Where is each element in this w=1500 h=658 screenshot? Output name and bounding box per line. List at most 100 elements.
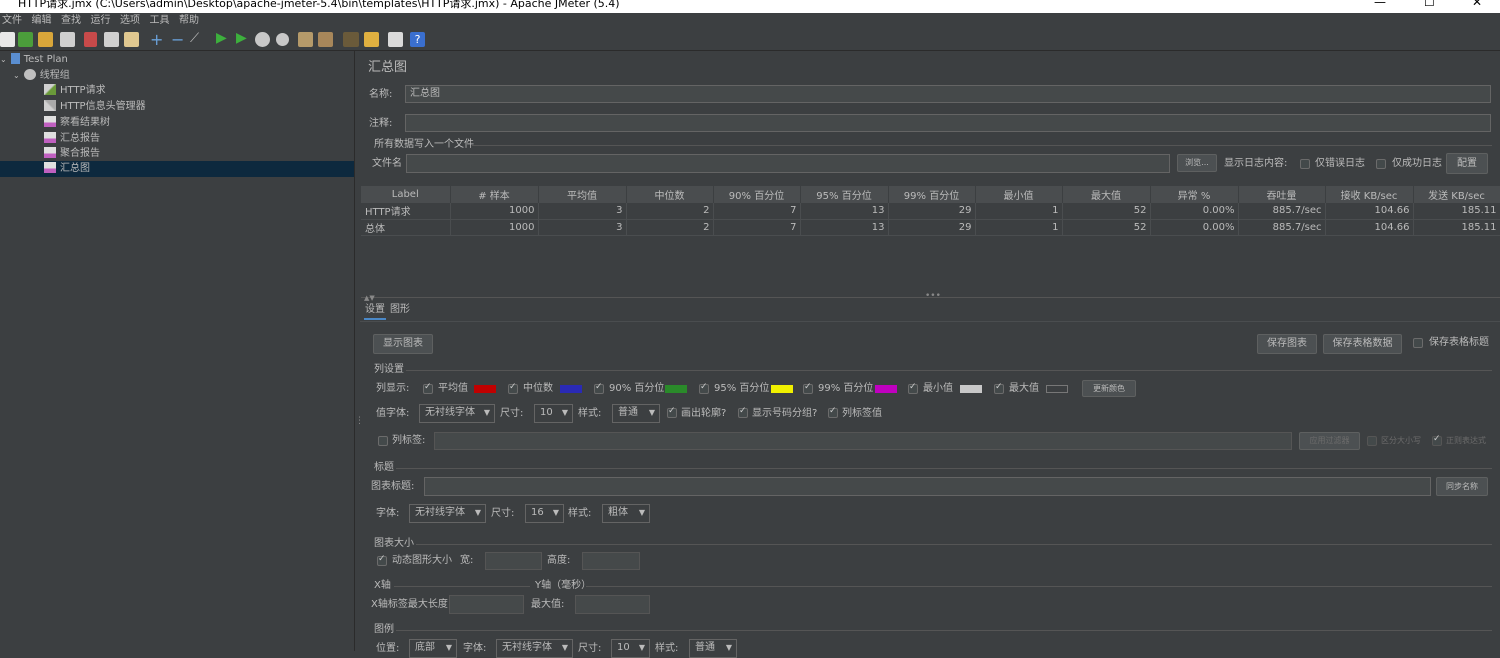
column-checkbox-p90[interactable] bbox=[594, 382, 604, 394]
column-checkbox-average[interactable] bbox=[423, 382, 433, 394]
tree-node-summary-graph[interactable]: 汇总图 bbox=[0, 161, 354, 177]
tree-node-summary-report[interactable]: 汇总报告 bbox=[44, 131, 100, 147]
column-header[interactable]: 异常 % bbox=[1150, 186, 1239, 203]
x-max-length-input[interactable] bbox=[449, 595, 524, 614]
color-swatch-p95[interactable] bbox=[771, 385, 793, 393]
save-table-header-checkbox[interactable] bbox=[1413, 338, 1423, 348]
column-header[interactable]: 平均值 bbox=[538, 186, 627, 203]
column-checkbox-p95[interactable] bbox=[699, 382, 709, 394]
legend-position-select[interactable]: 底部 bbox=[409, 639, 457, 658]
paste-icon[interactable] bbox=[124, 32, 139, 47]
color-swatch-p99[interactable] bbox=[875, 385, 897, 393]
tree-node-aggregate-report[interactable]: 聚合报告 bbox=[44, 146, 100, 162]
tab-graph[interactable]: 图形 bbox=[390, 303, 410, 317]
apply-filter-button[interactable]: 应用过滤器 bbox=[1299, 432, 1360, 450]
column-header[interactable]: 95% 百分位 bbox=[800, 186, 889, 203]
regex-checkbox[interactable] bbox=[1432, 434, 1442, 446]
column-header[interactable]: 接收 KB/sec bbox=[1325, 186, 1414, 203]
column-header[interactable]: 发送 KB/sec bbox=[1413, 186, 1500, 203]
sync-name-button[interactable]: 同步名称 bbox=[1436, 477, 1488, 496]
save-graph-button[interactable]: 保存图表 bbox=[1257, 334, 1317, 354]
color-swatch-average[interactable] bbox=[474, 385, 496, 393]
menu-file[interactable]: 文件 bbox=[2, 13, 26, 29]
column-header[interactable]: 90% 百分位 bbox=[713, 186, 801, 203]
errors-only-checkbox[interactable] bbox=[1300, 159, 1310, 169]
table-row[interactable]: HTTP请求 1000 3 2 7 13 29 1 52 0.00% 885.7… bbox=[361, 203, 1500, 220]
column-checkbox-max[interactable] bbox=[994, 382, 1004, 394]
column-header[interactable]: # 样本 bbox=[450, 186, 539, 203]
change-color-button[interactable]: 更新颜色 bbox=[1082, 380, 1136, 397]
menu-search[interactable]: 查找 bbox=[61, 13, 85, 29]
help-icon[interactable]: ? bbox=[410, 32, 425, 47]
filename-input[interactable] bbox=[406, 154, 1170, 173]
legend-size-select[interactable]: 10 bbox=[611, 639, 650, 658]
close-button[interactable]: ✕ bbox=[1472, 0, 1482, 9]
browse-button[interactable]: 浏览... bbox=[1177, 154, 1217, 172]
y-max-input[interactable] bbox=[575, 595, 650, 614]
value-size-select[interactable]: 10 bbox=[534, 404, 573, 423]
column-label-filter-checkbox[interactable] bbox=[378, 436, 388, 446]
column-label-filter-input[interactable] bbox=[434, 432, 1292, 450]
stop-icon[interactable] bbox=[255, 32, 270, 47]
chevron-down-icon[interactable]: ⌄ bbox=[13, 71, 20, 80]
new-icon[interactable] bbox=[0, 32, 15, 47]
open-icon[interactable] bbox=[38, 32, 53, 47]
tree-node-test-plan[interactable]: ⌄ Test Plan bbox=[0, 52, 68, 68]
column-header[interactable]: 99% 百分位 bbox=[888, 186, 976, 203]
width-input[interactable] bbox=[485, 552, 542, 570]
clear-all-icon[interactable] bbox=[318, 32, 333, 47]
title-size-select[interactable]: 16 bbox=[525, 504, 564, 523]
reset-search-icon[interactable] bbox=[364, 32, 379, 47]
draw-outline-checkbox[interactable] bbox=[667, 406, 677, 418]
menu-options[interactable]: 选项 bbox=[120, 13, 144, 29]
column-checkbox-median[interactable] bbox=[508, 382, 518, 394]
legend-font-select[interactable]: 无衬线字体 bbox=[496, 639, 573, 658]
tree-node-thread-group[interactable]: ⌄ 线程组 bbox=[13, 68, 70, 84]
expand-icon[interactable]: + bbox=[150, 30, 163, 49]
save-table-button[interactable]: 保存表格数据 bbox=[1323, 334, 1402, 354]
dynamic-size-checkbox[interactable] bbox=[377, 554, 387, 566]
display-graph-button[interactable]: 显示图表 bbox=[373, 334, 433, 354]
configure-button[interactable]: 配置 bbox=[1446, 153, 1488, 174]
case-sensitive-checkbox[interactable] bbox=[1367, 436, 1377, 446]
column-checkbox-min[interactable] bbox=[908, 382, 918, 394]
maximize-button[interactable]: ☐ bbox=[1424, 0, 1435, 9]
color-swatch-p90[interactable] bbox=[665, 385, 687, 393]
column-header[interactable]: 吞吐量 bbox=[1238, 186, 1326, 203]
table-row[interactable]: 总体 1000 3 2 7 13 29 1 52 0.00% 885.7/sec… bbox=[361, 219, 1500, 236]
split-grip-icon[interactable]: ••• bbox=[925, 289, 941, 303]
templates-icon[interactable] bbox=[18, 32, 33, 47]
save-icon[interactable] bbox=[60, 32, 75, 47]
legend-style-select[interactable]: 普通 bbox=[689, 639, 737, 658]
menu-tools[interactable]: 工具 bbox=[150, 13, 174, 29]
title-font-select[interactable]: 无衬线字体 bbox=[409, 504, 486, 523]
color-swatch-max[interactable] bbox=[1046, 385, 1068, 393]
column-header[interactable]: Label bbox=[361, 186, 451, 203]
tree-node-header-manager[interactable]: HTTP信息头管理器 bbox=[44, 99, 146, 115]
menu-run[interactable]: 运行 bbox=[91, 13, 115, 29]
start-icon[interactable]: ▶ bbox=[216, 30, 227, 46]
color-swatch-median[interactable] bbox=[560, 385, 582, 393]
column-header[interactable]: 最大值 bbox=[1062, 186, 1151, 203]
comment-input[interactable] bbox=[405, 114, 1491, 132]
copy-icon[interactable] bbox=[104, 32, 119, 47]
menu-edit[interactable]: 编辑 bbox=[32, 13, 56, 29]
minimize-button[interactable]: — bbox=[1374, 0, 1386, 9]
tree-node-view-results-tree[interactable]: 察看结果树 bbox=[44, 115, 110, 131]
start-no-pause-icon[interactable]: ▶ bbox=[236, 30, 247, 46]
menu-help[interactable]: 帮助 bbox=[179, 13, 203, 29]
function-helper-icon[interactable] bbox=[388, 32, 403, 47]
chevron-down-icon[interactable]: ⌄ bbox=[0, 55, 7, 64]
collapse-icon[interactable]: − bbox=[171, 30, 184, 49]
color-swatch-min[interactable] bbox=[960, 385, 982, 393]
column-header[interactable]: 中位数 bbox=[626, 186, 714, 203]
tab-settings[interactable]: 设置 bbox=[364, 303, 386, 320]
column-header[interactable]: 最小值 bbox=[975, 186, 1063, 203]
success-only-checkbox[interactable] bbox=[1376, 159, 1386, 169]
toggle-icon[interactable]: ⟋ bbox=[190, 31, 199, 46]
name-input[interactable]: 汇总图 bbox=[405, 85, 1491, 103]
height-input[interactable] bbox=[582, 552, 640, 570]
tree-node-http-request[interactable]: HTTP请求 bbox=[44, 83, 106, 99]
value-style-select[interactable]: 普通 bbox=[612, 404, 660, 423]
column-labels-checkbox[interactable] bbox=[828, 406, 838, 418]
